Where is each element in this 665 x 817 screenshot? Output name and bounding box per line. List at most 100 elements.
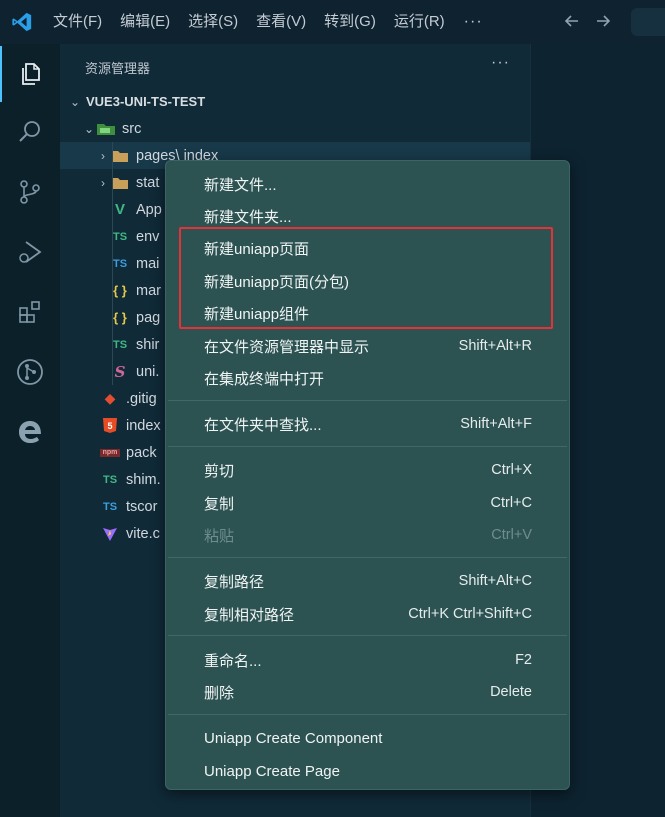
workspace-root-label: VUE3-UNI-TS-TEST <box>86 94 206 109</box>
typescript-icon: TS <box>112 338 128 351</box>
menu-item-label: Uniapp Create Component <box>204 729 383 747</box>
tree-root[interactable]: ⌄ VUE3-UNI-TS-TEST <box>60 88 530 115</box>
vscode-logo-icon <box>0 0 44 44</box>
svg-text:5: 5 <box>107 421 112 431</box>
tree-item-label: App <box>136 201 162 218</box>
tree-item-label: .gitig <box>126 390 157 407</box>
menu-item-shortcut: Shift+Alt+C <box>458 573 532 589</box>
menu-item-label: 在文件夹中查找... <box>204 416 322 434</box>
menu-edit[interactable]: 编辑(E) <box>111 0 179 44</box>
command-center-search[interactable] <box>631 8 665 36</box>
menu-separator <box>168 446 567 447</box>
menu-item-paste: 粘贴 Ctrl+V <box>166 519 569 551</box>
menu-item-shortcut: Ctrl+K Ctrl+Shift+C <box>408 606 532 622</box>
folder-icon <box>110 148 130 164</box>
typescript-icon: TS <box>112 230 128 243</box>
source-control-icon[interactable] <box>0 164 60 220</box>
extensions-icon[interactable] <box>0 284 60 340</box>
menu-item-new-folder[interactable]: 新建文件夹... <box>166 200 569 232</box>
indent-guide <box>112 142 113 385</box>
menu-item-shortcut: Shift+Alt+F <box>460 416 532 432</box>
menu-more-button[interactable]: ··· <box>454 13 493 31</box>
files-icon[interactable] <box>0 46 60 102</box>
menu-item-new-uniapp-page[interactable]: 新建uniapp页面 <box>166 232 569 264</box>
menu-item-shortcut: Ctrl+C <box>490 495 533 511</box>
menu-item-uniapp-create-component[interactable]: Uniapp Create Component <box>166 722 569 754</box>
git-graph-icon[interactable] <box>0 344 60 400</box>
menu-item-reveal-in-explorer[interactable]: 在文件资源管理器中显示 Shift+Alt+R <box>166 330 569 362</box>
menu-item-shortcut: Ctrl+V <box>491 527 532 543</box>
search-icon[interactable] <box>0 104 60 160</box>
chevron-down-icon: ⌄ <box>83 121 95 136</box>
menu-item-shortcut: F2 <box>515 652 532 668</box>
menu-item-new-uniapp-component[interactable]: 新建uniapp组件 <box>166 297 569 329</box>
tree-item-label: env <box>136 228 160 245</box>
menu-item-new-uniapp-subpackage-page[interactable]: 新建uniapp页面(分包) <box>166 265 569 297</box>
menu-separator <box>168 557 567 558</box>
menu-item-rename[interactable]: 重命名... F2 <box>166 644 569 676</box>
menu-item-copy-relative-path[interactable]: 复制相对路径 Ctrl+K Ctrl+Shift+C <box>166 598 569 630</box>
menu-view[interactable]: 查看(V) <box>247 0 315 44</box>
menu-item-label: 在文件资源管理器中显示 <box>204 338 370 356</box>
menu-separator <box>168 635 567 636</box>
tree-item-label: mar <box>136 282 161 299</box>
menu-item-label: 新建uniapp页面(分包) <box>204 273 350 291</box>
menu-run[interactable]: 运行(R) <box>385 0 454 44</box>
menu-item-uniapp-create-page[interactable]: Uniapp Create Page <box>166 755 569 787</box>
edge-icon[interactable] <box>0 404 60 460</box>
typescript-icon: TS <box>112 257 128 270</box>
menu-separator <box>168 400 567 401</box>
context-menu: 新建文件... 新建文件夹... 新建uniapp页面 新建uniapp页面(分… <box>165 160 570 790</box>
tree-item-label: vite.c <box>126 525 160 542</box>
menu-item-label: 在集成终端中打开 <box>204 370 325 388</box>
arrow-left-icon[interactable] <box>563 12 581 35</box>
title-bar: 文件(F) 编辑(E) 选择(S) 查看(V) 转到(G) 运行(R) ··· <box>0 0 665 44</box>
menu-item-label: 复制 <box>204 495 235 513</box>
menu-item-shortcut: Ctrl+X <box>491 462 532 478</box>
tree-item-label: src <box>122 120 142 137</box>
tree-item-label: pag <box>136 309 161 326</box>
menu-selection[interactable]: 选择(S) <box>179 0 247 44</box>
menu-item-copy-path[interactable]: 复制路径 Shift+Alt+C <box>166 565 569 597</box>
menu-item-shortcut: Shift+Alt+R <box>458 338 532 354</box>
json-icon: { } <box>113 283 127 298</box>
menu-item-copy[interactable]: 复制 Ctrl+C <box>166 487 569 519</box>
menu-item-label: 新建uniapp页面 <box>204 240 310 258</box>
menu-item-label: 粘贴 <box>204 527 235 545</box>
run-debug-icon[interactable] <box>0 224 60 280</box>
menu-item-shortcut: Delete <box>490 684 532 700</box>
tsconfig-icon: TS <box>102 500 118 513</box>
tree-item-label: shim. <box>126 471 161 488</box>
menu-item-cut[interactable]: 剪切 Ctrl+X <box>166 454 569 486</box>
sidebar-more-button[interactable]: ··· <box>491 54 510 72</box>
menu-file[interactable]: 文件(F) <box>44 0 111 44</box>
arrow-right-icon[interactable] <box>594 12 612 35</box>
tree-item-label: uni. <box>136 363 160 380</box>
menu-item-delete[interactable]: 删除 Delete <box>166 676 569 708</box>
tree-item-label: tscor <box>126 498 158 515</box>
menu-item-label: 复制相对路径 <box>204 606 295 624</box>
menu-item-new-file[interactable]: 新建文件... <box>166 168 569 200</box>
json-icon: { } <box>113 310 127 325</box>
folder-src-icon <box>96 121 116 137</box>
chevron-right-icon: › <box>101 148 105 163</box>
menu-item-label: 新建uniapp组件 <box>204 305 310 323</box>
tree-item-label: stat <box>136 174 160 191</box>
sidebar-title: 资源管理器 <box>85 61 151 76</box>
tree-item-label: shir <box>136 336 160 353</box>
chevron-down-icon: ⌄ <box>69 94 81 109</box>
menu-item-label: 重命名... <box>204 652 262 670</box>
menu-item-label: 复制路径 <box>204 573 265 591</box>
menu-item-label: 新建文件... <box>204 176 277 194</box>
vue-icon: V <box>114 201 125 218</box>
npm-icon: npm <box>100 448 120 457</box>
menu-item-label: Uniapp Create Page <box>204 762 340 780</box>
menu-item-open-in-terminal[interactable]: 在集成终端中打开 <box>166 362 569 394</box>
menu-item-label: 新建文件夹... <box>204 208 292 226</box>
menu-item-find-in-folder[interactable]: 在文件夹中查找... Shift+Alt+F <box>166 408 569 440</box>
menu-go[interactable]: 转到(G) <box>315 0 385 44</box>
sass-icon: S <box>114 362 126 381</box>
tree-item-src[interactable]: ⌄ src <box>60 115 530 142</box>
tree-item-label: mai <box>136 255 160 272</box>
menu-item-label: 删除 <box>204 684 235 702</box>
